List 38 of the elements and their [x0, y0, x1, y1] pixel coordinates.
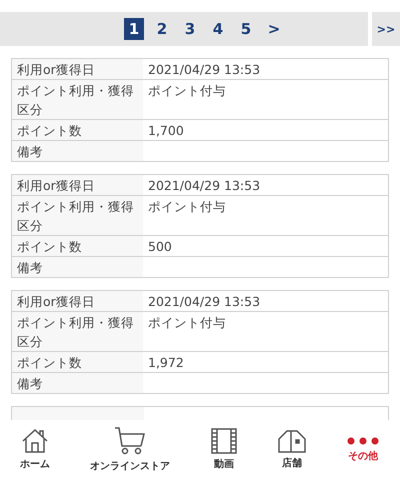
cart-icon [114, 426, 146, 456]
field-label: 備考 [12, 257, 143, 277]
field-label: 備考 [12, 141, 143, 161]
house-icon [278, 428, 306, 452]
field-value: ポイント付与 [147, 314, 227, 332]
field-label: 利用or獲得日 [12, 291, 143, 311]
field-label: 備考 [12, 373, 143, 393]
film-icon [210, 428, 238, 454]
page-button[interactable]: 3 [180, 18, 200, 40]
page-button[interactable]: 2 [152, 18, 172, 40]
field-label: ポイント数 [12, 120, 143, 140]
tab-bar-item[interactable]: オンラインストア [90, 426, 170, 472]
field-value: ポイント付与 [147, 82, 227, 100]
field-value: 2021/04/29 13:53 [147, 293, 262, 311]
tab-bar-item[interactable]: その他 [346, 436, 380, 462]
tab-bar-item[interactable]: 動画 [210, 428, 238, 470]
next-page-button[interactable]: > [264, 18, 284, 40]
field-label: ポイント利用・獲得区分 [12, 80, 143, 119]
field-value: 1,700 [147, 122, 185, 140]
field-label: ポイント数 [12, 236, 143, 256]
tab-bar-item[interactable]: ホーム [20, 428, 50, 470]
field-value: 2021/04/29 13:53 [147, 177, 262, 195]
field-label: ポイント数 [12, 352, 143, 372]
field-value: 2021/04/29 13:53 [147, 61, 262, 79]
tab-bar-item[interactable]: 店舗 [278, 428, 306, 470]
page-button[interactable]: 1 [124, 18, 144, 40]
field-value: 1,972 [147, 354, 185, 372]
page-button[interactable]: 5 [236, 18, 256, 40]
last-page-button[interactable]: >> [372, 12, 400, 46]
field-value: ポイント付与 [147, 198, 227, 216]
field-label: ポイント利用・獲得区分 [12, 196, 143, 235]
field-label: 利用or獲得日 [12, 175, 143, 195]
home-icon [21, 428, 49, 454]
field-value: 500 [147, 238, 173, 256]
field-label: ポイント利用・獲得区分 [12, 312, 143, 351]
page-button[interactable]: 4 [208, 18, 228, 40]
field-label: 利用or獲得日 [12, 59, 143, 79]
more-icon [346, 436, 380, 446]
